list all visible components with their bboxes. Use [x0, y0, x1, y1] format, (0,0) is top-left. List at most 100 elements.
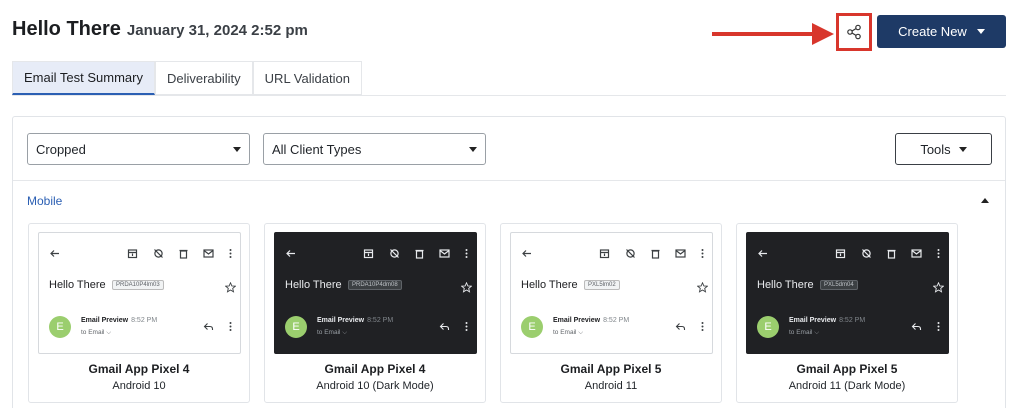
preview-sender: Email Preview 8:52 PM [789, 317, 865, 324]
recipient-text: to Email [553, 329, 577, 336]
preview-card[interactable]: Hello There PRDA10P4lm03 E Email Preview 8:5… [28, 223, 250, 403]
email-preview-thumbnail[interactable]: Hello There PRDA10P4lm03 E Email Preview 8:5… [38, 232, 241, 354]
more-vert-icon [937, 249, 940, 258]
create-new-button[interactable]: Create New [877, 15, 1006, 48]
avatar: E [49, 316, 71, 338]
tab-label: URL Validation [264, 70, 350, 86]
caret-down-icon [233, 146, 241, 152]
more-vert-icon [937, 322, 940, 331]
trash-icon [651, 249, 660, 259]
sender-time: 8:52 PM [131, 317, 158, 324]
more-vert-icon [229, 322, 232, 331]
preview-subject: Hello There [285, 279, 342, 291]
sender-name: Email Preview [81, 317, 129, 324]
page-header: Hello There January 31, 2024 2:52 pm [12, 18, 308, 41]
tab-label: Deliverability [166, 70, 241, 86]
share-icon [847, 24, 861, 40]
avatar: E [521, 316, 543, 338]
avatar: E [285, 316, 307, 338]
archive-icon [127, 249, 138, 259]
client-types-value: All Client Types [272, 141, 362, 157]
email-preview-thumbnail[interactable]: Hello There PXL5lm02 E Email Preview 8:52 PM… [510, 232, 713, 354]
tab-label: Email Test Summary [24, 70, 143, 85]
preview-sender: Email Preview 8:52 PM [81, 317, 157, 324]
snooze-off-icon [862, 249, 871, 258]
mail-icon [203, 249, 214, 258]
recipient-text: to Email [789, 329, 813, 336]
trash-icon [179, 249, 188, 259]
sender-time: 8:52 PM [603, 317, 630, 324]
snooze-off-icon [390, 249, 399, 258]
annotation-arrow [712, 23, 834, 45]
preview-recipient: to Email ⌵ [81, 329, 112, 336]
tools-button[interactable]: Tools [895, 133, 992, 165]
card-title: Gmail App Pixel 4 [88, 362, 190, 376]
sender-name: Email Preview [553, 317, 601, 324]
card-title: Gmail App Pixel 5 [560, 362, 662, 376]
recipient-text: to Email [81, 329, 105, 336]
tab-deliverability[interactable]: Deliverability [154, 61, 253, 95]
preview-sender: Email Preview 8:52 PM [553, 317, 629, 324]
collapse-icon[interactable] [981, 198, 989, 203]
tab-url-validation[interactable]: URL Validation [252, 61, 362, 95]
client-types-select[interactable]: All Client Types [263, 133, 486, 165]
preview-label-chip: PRDA10P4dm08 [348, 280, 402, 290]
card-title: Gmail App Pixel 5 [796, 362, 898, 376]
view-select[interactable]: Cropped [27, 133, 250, 165]
mail-icon [911, 249, 922, 258]
card-title: Gmail App Pixel 4 [324, 362, 426, 376]
reply-icon [439, 323, 450, 330]
caret-down-icon [958, 146, 967, 152]
preview-subject: Hello There [49, 279, 106, 291]
mail-icon [439, 249, 450, 258]
preview-card[interactable]: Hello There PXL5dm04 E Email Preview 8:52 PM… [736, 223, 958, 403]
recipient-text: to Email [317, 329, 341, 336]
back-arrow-icon [758, 250, 767, 257]
sender-name: Email Preview [789, 317, 837, 324]
preview-subject: Hello There [521, 279, 578, 291]
snooze-off-icon [626, 249, 635, 258]
snooze-off-icon [154, 249, 163, 258]
view-select-value: Cropped [36, 141, 86, 157]
back-arrow-icon [286, 250, 295, 257]
reply-icon [203, 323, 214, 330]
tab-bar: Email Test Summary Deliverability URL Va… [12, 61, 362, 95]
reply-icon [675, 323, 686, 330]
sender-time: 8:52 PM [839, 317, 866, 324]
reply-icon [911, 323, 922, 330]
preview-card[interactable]: Hello There PXL5lm02 E Email Preview 8:52 PM… [500, 223, 722, 403]
mail-icon [675, 249, 686, 258]
preview-card[interactable]: Hello There PRDA10P4dm08 E Email Preview 8:5… [264, 223, 486, 403]
card-subtitle: Android 10 [112, 380, 166, 392]
caret-down-icon [976, 29, 985, 34]
email-preview-thumbnail[interactable]: Hello There PXL5dm04 E Email Preview 8:52 PM… [746, 232, 949, 354]
page-title: Hello There [12, 18, 121, 40]
back-arrow-icon [522, 250, 531, 257]
card-subtitle: Android 10 (Dark Mode) [316, 380, 434, 392]
results-panel: Cropped All Client Types Tools Mobile He… [12, 116, 1006, 408]
more-vert-icon [465, 322, 468, 331]
star-icon [697, 282, 708, 293]
more-vert-icon [701, 322, 704, 331]
trash-icon [415, 249, 424, 259]
card-subtitle: Android 11 (Dark Mode) [788, 380, 906, 392]
sender-time: 8:52 PM [367, 317, 394, 324]
preview-recipient: to Email ⌵ [553, 329, 584, 336]
sender-name: Email Preview [317, 317, 365, 324]
create-new-label: Create New [898, 24, 967, 39]
avatar: E [757, 316, 779, 338]
star-icon [225, 282, 236, 293]
tab-email-test-summary[interactable]: Email Test Summary [12, 61, 155, 95]
preview-subject: Hello There [757, 279, 814, 291]
caret-down-icon [469, 146, 477, 152]
star-icon [933, 282, 944, 293]
preview-recipient: to Email ⌵ [789, 329, 820, 336]
star-icon [461, 282, 472, 293]
section-toggle-mobile[interactable]: Mobile [27, 194, 62, 208]
back-arrow-icon [50, 250, 59, 257]
card-subtitle: Android 11 [584, 380, 638, 392]
preview-recipient: to Email ⌵ [317, 329, 348, 336]
email-preview-thumbnail[interactable]: Hello There PRDA10P4dm08 E Email Preview 8:5… [274, 232, 477, 354]
more-vert-icon [701, 249, 704, 258]
share-button[interactable] [836, 13, 872, 51]
